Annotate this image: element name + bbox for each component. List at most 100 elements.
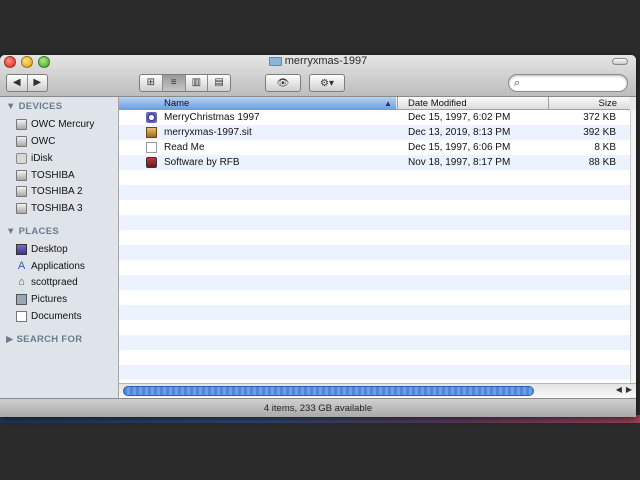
window-title: merryxmas-1997 (0, 55, 636, 67)
file-size: 392 KB (583, 127, 616, 138)
empty-row (119, 335, 630, 350)
title-bar[interactable]: merryxmas-1997 ◀ ▶ ⊞ ≡ ▥ ▤ 👁 ⚙▾ ⌕ (0, 55, 636, 97)
empty-row (119, 275, 630, 290)
home-icon: ⌂ (18, 275, 25, 288)
file-date: Dec 15, 1997, 6:06 PM (408, 142, 511, 153)
date-modified-column-header[interactable]: Date Modified (397, 97, 547, 110)
sidebar-item-label: Documents (31, 310, 82, 322)
action-menu-button[interactable]: ⚙▾ (309, 74, 345, 92)
horizontal-scrollbar[interactable]: ◀ ▶ (119, 383, 636, 397)
sidebar-item-applications[interactable]: A Applications (16, 259, 85, 273)
coverflow-view-button[interactable]: ▤ (207, 75, 230, 91)
file-size: 372 KB (583, 112, 616, 123)
file-date: Dec 13, 2019, 8:13 PM (408, 127, 511, 138)
list-view-button[interactable]: ≡ (161, 75, 185, 91)
empty-row (119, 245, 630, 260)
file-name: merryxmas-1997.sit (164, 127, 252, 138)
sidebar-item-toshiba-3[interactable]: TOSHIBA 3 (16, 201, 83, 215)
empty-row (119, 290, 630, 305)
search-for-header[interactable]: ▶ SEARCH FOR (6, 334, 82, 345)
size-column-header[interactable]: Size (548, 97, 630, 110)
scroll-left-button[interactable]: ◀ (616, 385, 622, 394)
status-text: 4 items, 233 GB available (263, 403, 373, 414)
file-size: 8 KB (594, 142, 616, 153)
gear-icon: ⚙▾ (320, 77, 334, 89)
sidebar-item-owc-mercury[interactable]: OWC Mercury (16, 117, 94, 131)
documents-icon (16, 310, 27, 322)
document-icon (146, 142, 157, 153)
empty-row (119, 215, 630, 230)
file-date: Nov 18, 1997, 8:17 PM (408, 157, 511, 168)
sidebar-item-label: TOSHIBA 3 (31, 202, 83, 214)
disk-icon (16, 135, 27, 147)
disk-icon (16, 169, 27, 181)
empty-row (119, 305, 630, 320)
file-list: Name ▲ Date Modified Size MerryChristmas… (119, 97, 630, 402)
app-icon (146, 112, 157, 123)
empty-row (119, 350, 630, 365)
disk-icon (16, 118, 27, 130)
scroll-arrows: ◀ ▶ (616, 385, 632, 394)
sort-ascending-icon: ▲ (384, 99, 392, 108)
forward-button[interactable]: ▶ (26, 75, 48, 91)
sidebar-item-label: scottpraed (31, 276, 78, 288)
sidebar-item-owc[interactable]: OWC (16, 134, 55, 148)
empty-row (119, 170, 630, 185)
file-name: Read Me (164, 142, 205, 153)
empty-row (119, 200, 630, 215)
file-row-read-me[interactable]: Read Me Dec 15, 1997, 6:06 PM 8 KB (119, 140, 630, 155)
column-view-button[interactable]: ▥ (184, 75, 208, 91)
file-date: Dec 15, 1997, 6:02 PM (408, 112, 511, 123)
vertical-scrollbar[interactable] (630, 110, 636, 397)
devices-header[interactable]: ▼ DEVICES (6, 101, 62, 112)
icon-view-button[interactable]: ⊞ (140, 75, 162, 91)
idisk-icon (16, 152, 27, 164)
search-field[interactable]: ⌕ (508, 74, 628, 92)
desktop-icon (16, 243, 27, 255)
disk-icon (16, 185, 27, 197)
scroll-thumb[interactable] (123, 386, 534, 396)
empty-row (119, 320, 630, 335)
sidebar-item-label: iDisk (31, 152, 53, 164)
folder-icon (268, 56, 282, 66)
finder-window: merryxmas-1997 ◀ ▶ ⊞ ≡ ▥ ▤ 👁 ⚙▾ ⌕ ▼ DEVI… (0, 55, 636, 417)
search-icon: ⌕ (514, 77, 521, 89)
file-name: MerryChristmas 1997 (164, 112, 260, 123)
window-title-text: merryxmas-1997 (284, 55, 368, 67)
sidebar-item-label: Pictures (31, 293, 68, 305)
toolbar-toggle-button[interactable] (612, 58, 628, 65)
column-header: Name ▲ Date Modified Size (119, 97, 630, 110)
app-icon (146, 157, 157, 168)
file-row-merryxmas-1997-sit[interactable]: merryxmas-1997.sit Dec 13, 2019, 8:13 PM… (119, 125, 630, 140)
sidebar-item-home[interactable]: ⌂ scottpraed (16, 275, 78, 289)
name-column-label: Name (164, 98, 190, 109)
scroll-right-button[interactable]: ▶ (626, 385, 632, 394)
places-header[interactable]: ▼ PLACES (6, 226, 59, 237)
sidebar-item-label: TOSHIBA (31, 169, 75, 181)
file-rows: MerryChristmas 1997 Dec 15, 1997, 6:02 P… (119, 110, 630, 398)
sidebar-item-desktop[interactable]: Desktop (16, 242, 68, 256)
search-input[interactable] (527, 77, 623, 89)
sidebar-item-label: OWC (31, 135, 56, 147)
name-column-header[interactable]: Name ▲ (119, 97, 396, 110)
sidebar-item-toshiba[interactable]: TOSHIBA (16, 168, 75, 182)
file-row-software-by-rfb[interactable]: Software by RFB Nov 18, 1997, 8:17 PM 88… (119, 155, 630, 170)
sidebar-item-idisk[interactable]: iDisk (16, 151, 53, 165)
file-name: Software by RFB (164, 157, 240, 168)
archive-icon (146, 127, 157, 138)
sidebar-item-label: Desktop (31, 243, 68, 255)
empty-row (119, 230, 630, 245)
file-row-merrychristmas-1997[interactable]: MerryChristmas 1997 Dec 15, 1997, 6:02 P… (119, 110, 630, 125)
empty-row (119, 260, 630, 275)
disk-icon (16, 202, 27, 214)
pictures-icon (16, 293, 27, 305)
file-size: 88 KB (588, 157, 616, 168)
status-bar: 4 items, 233 GB available (0, 398, 636, 417)
back-button[interactable]: ◀ (7, 75, 27, 91)
empty-row (119, 185, 630, 200)
quick-look-button[interactable]: 👁 (265, 74, 301, 92)
applications-icon: A (17, 259, 26, 272)
sidebar-item-pictures[interactable]: Pictures (16, 292, 67, 306)
sidebar-item-toshiba-2[interactable]: TOSHIBA 2 (16, 184, 83, 198)
sidebar-item-documents[interactable]: Documents (16, 309, 82, 323)
